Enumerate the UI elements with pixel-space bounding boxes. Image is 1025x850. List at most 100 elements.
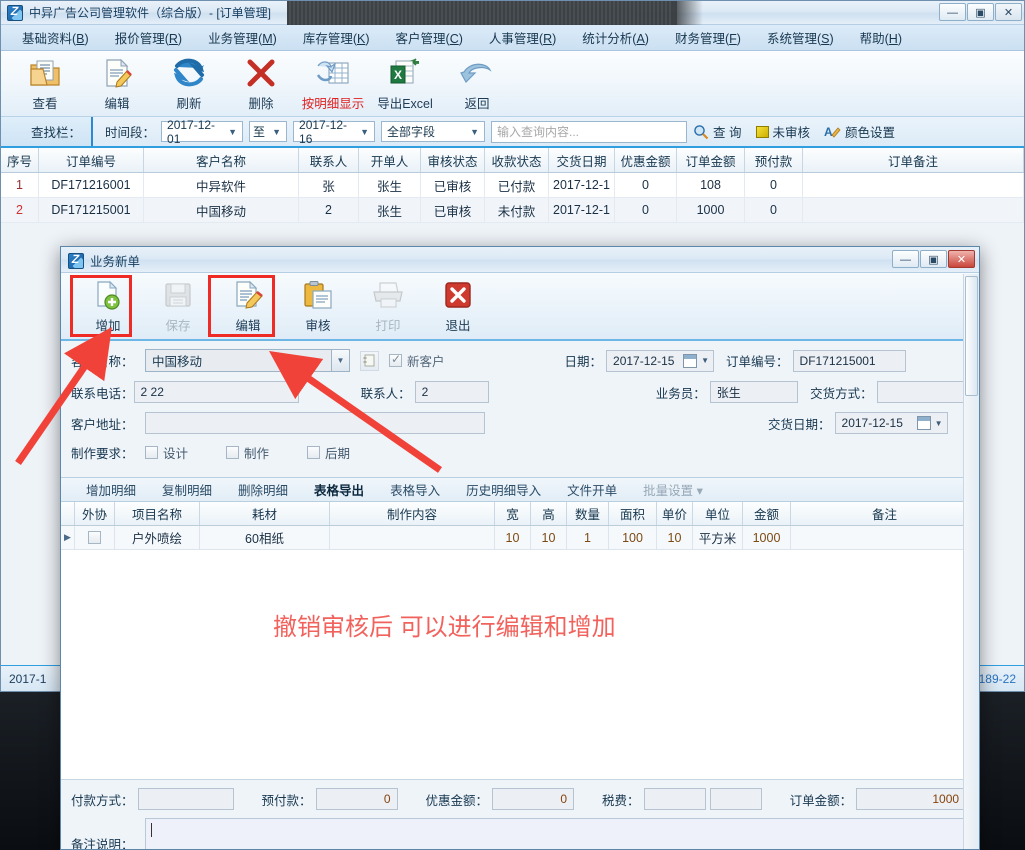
requirement-checkbox-2[interactable]: 后期	[307, 443, 350, 462]
toolbar-button-1[interactable]: 编辑	[81, 53, 153, 115]
detail-tab-6[interactable]: 文件开单	[554, 480, 630, 499]
unaudited-filter-button[interactable]: 未审核	[755, 122, 810, 141]
toolbar-button-6[interactable]: 返回	[441, 53, 513, 115]
outsource-checkbox[interactable]	[75, 526, 115, 549]
detail-cell[interactable]	[330, 526, 495, 549]
toolbar-button-4[interactable]: 按明细显示	[297, 53, 369, 115]
detail-tab-7[interactable]: 批量设置 ▾	[630, 480, 716, 499]
detail-tab-4[interactable]: 表格导入	[377, 480, 453, 499]
to-combo[interactable]: 至 ▼	[249, 121, 288, 142]
detail-column-header[interactable]: 单位	[693, 502, 743, 525]
grid-column-header[interactable]: 订单编号	[39, 148, 144, 172]
order-amount-field[interactable]: 1000	[856, 788, 967, 810]
customer-lookup-button[interactable]	[360, 350, 379, 371]
main-toolbar[interactable]: 查看 编辑 刷新 删除 按明细显示 X 导出Excel 返回	[1, 51, 1024, 117]
chevron-down-icon[interactable]: ▼	[701, 356, 713, 365]
date-from-combo[interactable]: 2017-12-01 ▼	[161, 118, 244, 146]
dialog-bottom-panel[interactable]: 付款方式： 预付款： 0 优惠金额： 0 税费： 订单金额： 1000 备注说明…	[61, 780, 979, 849]
menu-item-1[interactable]: 报价管理(R)	[102, 24, 195, 51]
phone-field[interactable]: 2 22	[133, 381, 299, 403]
toolbar-button-3[interactable]: 删除	[225, 53, 297, 115]
grid-column-header[interactable]: 预付款	[745, 148, 803, 172]
menu-item-4[interactable]: 客户管理(C)	[383, 24, 476, 51]
dialog-maximize-button[interactable]: ▣	[920, 250, 947, 268]
table-row[interactable]: 2 DF171215001 中国移动 2 张生 已审核 未付款 2017-12-1 0 1000 0	[1, 198, 1024, 223]
detail-column-header[interactable]: 制作内容	[330, 502, 495, 525]
grid-column-header[interactable]: 收款状态	[485, 148, 549, 172]
detail-cell[interactable]: 60相纸	[200, 526, 330, 549]
delivery-method-field[interactable]	[876, 381, 969, 403]
detail-grid-body[interactable]: ▶ 户外喷绘 60相纸 10 10 1 100 10 平方米 1000	[61, 526, 979, 550]
grid-column-header[interactable]: 订单备注	[803, 148, 1024, 172]
prepay-field[interactable]: 0	[315, 788, 398, 810]
toolbar-button-0[interactable]: 查看	[9, 53, 81, 115]
orders-grid-body[interactable]: 1 DF171216001 中异软件张张生 已审核 已付款 2017-12-1 0 108 0 2…	[1, 173, 1024, 223]
toolbar-button-2[interactable]: 刷新	[153, 53, 225, 115]
detail-column-header[interactable]: 面积	[609, 502, 657, 525]
detail-cell[interactable]: 100	[609, 526, 657, 549]
toolbar-button-5[interactable]: X 导出Excel	[369, 53, 441, 115]
detail-cell[interactable]: 1000	[743, 526, 791, 549]
menu-item-9[interactable]: 帮助(H)	[847, 24, 915, 51]
main-menubar[interactable]: 基础资料(B) 报价管理(R) 业务管理(M) 库存管理(K) 客户管理(C) 人事管理(…	[1, 25, 1024, 51]
pay-method-field[interactable]	[137, 788, 234, 810]
date-to-combo[interactable]: 2017-12-16 ▼	[293, 118, 376, 146]
discount-field[interactable]: 0	[492, 788, 575, 810]
menu-item-2[interactable]: 业务管理(M)	[195, 24, 290, 51]
dialog-close-button[interactable]: ✕	[948, 250, 975, 268]
detail-tab-3[interactable]: 表格导出	[301, 480, 377, 499]
grid-column-header[interactable]: 审核状态	[421, 148, 485, 172]
detail-cell[interactable]: 10	[657, 526, 693, 549]
menu-item-3[interactable]: 库存管理(K)	[290, 24, 383, 51]
memo-row[interactable]: 备注说明：	[71, 818, 969, 849]
address-field[interactable]	[145, 412, 485, 434]
detail-tab-5[interactable]: 历史明细导入	[453, 480, 554, 499]
grid-column-header[interactable]: 开单人	[359, 148, 421, 172]
detail-tab-2[interactable]: 删除明细	[225, 480, 301, 499]
dialog-toolbar[interactable]: 增加 保存 编辑 审核 打印 退出	[61, 273, 979, 341]
grid-column-header[interactable]: 交货日期	[549, 148, 615, 172]
memo-textarea[interactable]	[145, 818, 969, 849]
requirement-checkbox-group[interactable]: 设计 制作 后期	[145, 443, 350, 462]
delivery-date-picker[interactable]: 2017-12-15 ▼	[834, 412, 948, 434]
detail-column-header[interactable]: 数量	[567, 502, 609, 525]
grid-column-header[interactable]: 序号	[1, 148, 39, 172]
detail-tab-0[interactable]: 增加明细	[73, 480, 149, 499]
tax-field[interactable]	[643, 788, 706, 810]
grid-column-header[interactable]: 订单金额	[677, 148, 745, 172]
dialog-toolbar-button-0[interactable]: 增加	[73, 275, 143, 337]
tax-field-secondary[interactable]	[709, 788, 762, 810]
maximize-button[interactable]: ▣	[967, 3, 994, 21]
field-select-combo[interactable]: 全部字段 ▼	[381, 121, 486, 142]
detail-column-header[interactable]: 备注	[791, 502, 979, 525]
requirement-checkbox-0[interactable]: 设计	[145, 443, 188, 462]
requirement-checkbox-1[interactable]: 制作	[226, 443, 269, 462]
dialog-toolbar-button-2[interactable]: 编辑	[213, 275, 283, 337]
chevron-down-icon[interactable]: ▼	[935, 419, 947, 428]
color-settings-button[interactable]: A 颜色设置	[824, 122, 895, 141]
menu-item-6[interactable]: 统计分析(A)	[569, 24, 662, 51]
detail-tab-1[interactable]: 复制明细	[149, 480, 225, 499]
table-row[interactable]: 1 DF171216001 中异软件张张生 已审核 已付款 2017-12-1 0 108 0	[1, 173, 1024, 198]
menu-item-8[interactable]: 系统管理(S)	[754, 24, 847, 51]
dialog-vertical-scrollbar[interactable]	[963, 274, 979, 849]
detail-column-header[interactable]: 耗材	[200, 502, 330, 525]
order-date-picker[interactable]: 2017-12-15 ▼	[606, 349, 715, 372]
menu-item-7[interactable]: 财务管理(F)	[662, 24, 754, 51]
main-window-controls[interactable]: — ▣ ✕	[939, 3, 1022, 21]
dialog-toolbar-button-3[interactable]: 审核	[283, 275, 353, 337]
detail-column-header[interactable]: 项目名称	[115, 502, 200, 525]
detail-column-header[interactable]: 金额	[743, 502, 791, 525]
dialog-form[interactable]: 客户名称： 中国移动 ▼ 新客户 日期： 2017-12-15 ▼	[61, 341, 979, 477]
detail-row[interactable]: ▶ 户外喷绘 60相纸 10 10 1 100 10 平方米 1000	[61, 526, 979, 550]
close-button[interactable]: ✕	[995, 3, 1022, 21]
chevron-down-icon[interactable]: ▼	[331, 350, 349, 371]
contact-field[interactable]: 2	[414, 381, 489, 403]
detail-column-header[interactable]: 单价	[657, 502, 693, 525]
orders-grid[interactable]: 序号 订单编号 客户名称 联系人 开单人 审核状态 收款状态 交货日期 优惠金额 订单金额 预付款订…	[1, 148, 1024, 223]
dialog-toolbar-button-5[interactable]: 退出	[423, 275, 493, 337]
dialog-minimize-button[interactable]: —	[892, 250, 919, 268]
detail-action-tabs[interactable]: 增加明细 复制明细 删除明细 表格导出 表格导入 历史明细导入 文件开单 批量设置 ▾	[61, 477, 979, 502]
search-input[interactable]: 输入查询内容...	[491, 120, 688, 143]
detail-cell[interactable]: 10	[495, 526, 531, 549]
